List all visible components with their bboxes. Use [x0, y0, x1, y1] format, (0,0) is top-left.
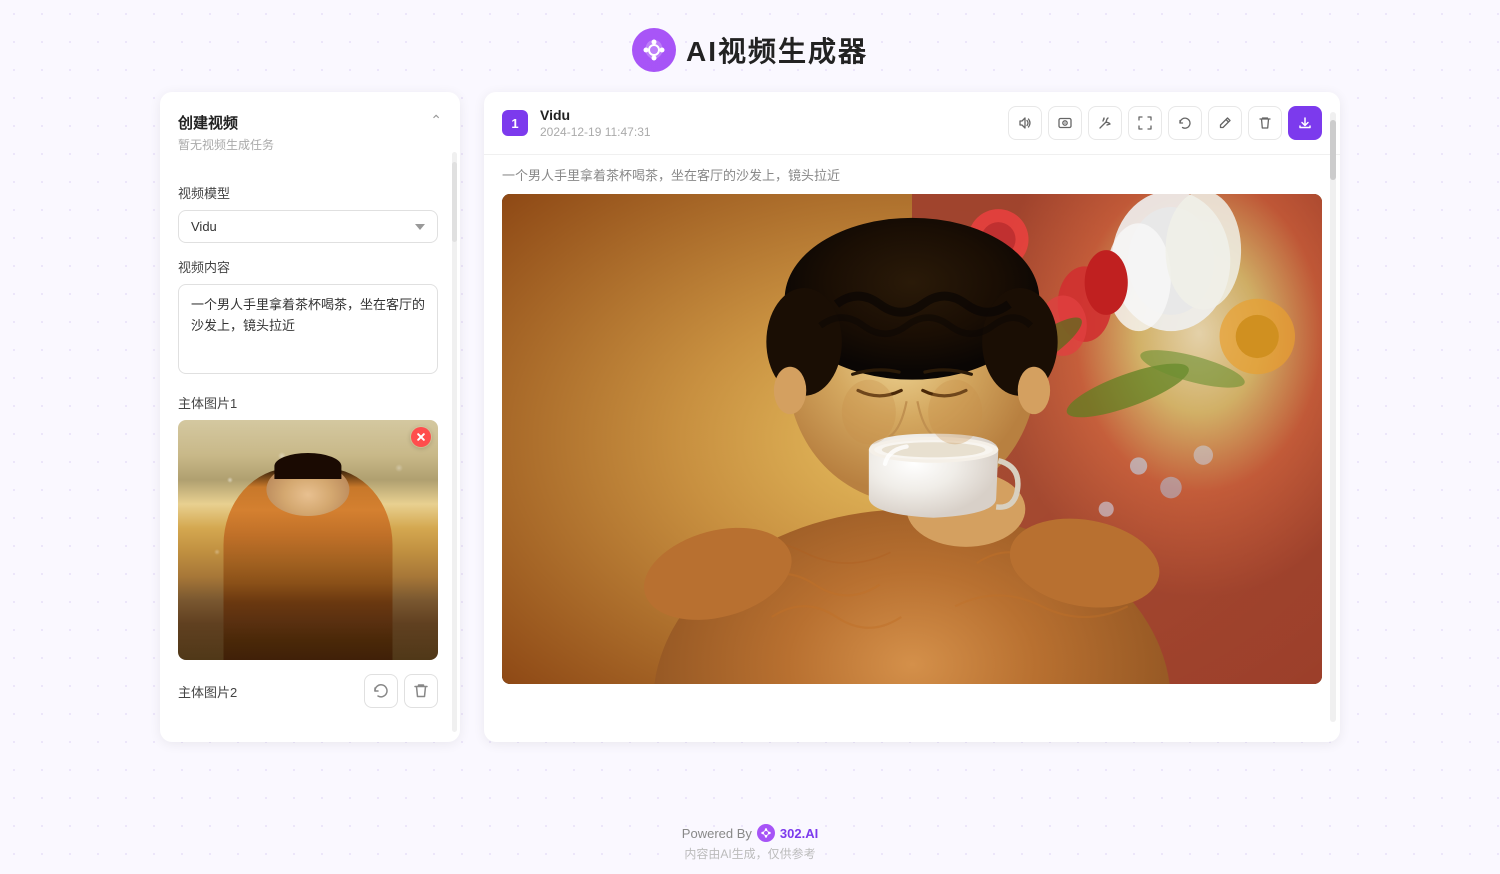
panel-title: 创建视频 — [178, 112, 274, 133]
model-label: 视频模型 — [178, 183, 438, 202]
video-actions — [1008, 106, 1322, 140]
restore-icon — [373, 683, 389, 699]
volume-icon — [1018, 116, 1032, 130]
main-content: 创建视频 暂无视频生成任务 ⌃ 视频模型 Vidu Sora Runway 视频… — [160, 92, 1340, 808]
left-panel: 创建视频 暂无视频生成任务 ⌃ 视频模型 Vidu Sora Runway 视频… — [160, 92, 460, 742]
delete-video-icon — [1259, 116, 1271, 130]
video-item-header: 1 Vidu 2024-12-19 11:47:31 — [484, 92, 1340, 155]
footer-sub: 内容由AI生成，仅供参考 — [682, 845, 818, 862]
video-info: Vidu 2024-12-19 11:47:31 — [540, 107, 651, 139]
left-panel-scrollbar — [452, 152, 457, 732]
right-panel-scrollbar-thumb — [1330, 120, 1336, 180]
page-title: AI视频生成器 — [686, 30, 868, 70]
video-preview — [484, 194, 1340, 702]
model-select[interactable]: Vidu Sora Runway — [178, 210, 438, 243]
volume-button[interactable] — [1008, 106, 1042, 140]
footer: Powered By 302.AI 内容由AI生成，仅供参考 — [682, 808, 818, 874]
fullscreen-button[interactable] — [1128, 106, 1162, 140]
subject1-image-box — [178, 420, 438, 660]
subject2-section: 主体图片2 — [178, 674, 438, 708]
panel-toggle-icon[interactable]: ⌃ — [430, 112, 442, 129]
edit-button[interactable] — [1208, 106, 1242, 140]
video-number-badge: 1 — [502, 110, 528, 136]
video-description: 一个男人手里拿着茶杯喝茶，坐在客厅的沙发上，镜头拉近 — [484, 155, 1340, 194]
video-frame — [502, 194, 1322, 684]
delete-icon — [414, 683, 428, 699]
left-panel-scroll-area[interactable]: 视频模型 Vidu Sora Runway 视频内容 一个男人手里拿着茶杯喝茶，… — [178, 169, 442, 739]
screenshot-button[interactable] — [1048, 106, 1082, 140]
person-head — [266, 463, 349, 516]
content-textarea[interactable]: 一个男人手里拿着茶杯喝茶，坐在客厅的沙发上，镜头拉近 — [178, 284, 438, 374]
panel-title-group: 创建视频 暂无视频生成任务 — [178, 112, 274, 153]
restore-button[interactable] — [364, 674, 398, 708]
subject1-image — [178, 420, 438, 660]
remove-subject1-button[interactable] — [410, 426, 432, 448]
video-content-svg — [502, 194, 1322, 684]
model-select-wrapper: Vidu Sora Runway — [178, 210, 438, 243]
edit-icon — [1218, 116, 1232, 130]
footer-powered: Powered By 302.AI — [682, 824, 818, 842]
delete-button[interactable] — [1248, 106, 1282, 140]
download-button[interactable] — [1288, 106, 1322, 140]
subject2-actions — [364, 674, 438, 708]
panel-header: 创建视频 暂无视频生成任务 ⌃ — [178, 112, 442, 153]
panel-subtitle: 暂无视频生成任务 — [178, 136, 274, 153]
powered-by-text: Powered By — [682, 826, 752, 841]
video-date: 2024-12-19 11:47:31 — [540, 125, 651, 139]
right-panel: 1 Vidu 2024-12-19 11:47:31 — [484, 92, 1340, 742]
magic-button[interactable] — [1088, 106, 1122, 140]
video-name: Vidu — [540, 107, 651, 123]
subject1-section: 主体图片1 — [178, 393, 438, 660]
header-logo-icon — [632, 28, 676, 72]
content-label: 视频内容 — [178, 257, 438, 276]
video-item-left: 1 Vidu 2024-12-19 11:47:31 — [502, 107, 651, 139]
footer-logo-icon — [757, 824, 775, 842]
subject2-label: 主体图片2 — [178, 682, 237, 701]
refresh-icon — [1178, 116, 1192, 130]
screenshot-icon — [1058, 116, 1072, 130]
magic-icon — [1098, 116, 1112, 130]
left-panel-scrollbar-thumb — [452, 162, 457, 242]
page-header: AI视频生成器 — [632, 0, 868, 92]
refresh-button[interactable] — [1168, 106, 1202, 140]
brand-text: 302.AI — [780, 826, 818, 841]
subject1-label: 主体图片1 — [178, 393, 438, 412]
delete-subject2-button[interactable] — [404, 674, 438, 708]
person-hair — [275, 453, 342, 479]
download-icon — [1298, 116, 1312, 130]
remove-icon — [411, 427, 431, 447]
fullscreen-icon — [1138, 116, 1152, 130]
